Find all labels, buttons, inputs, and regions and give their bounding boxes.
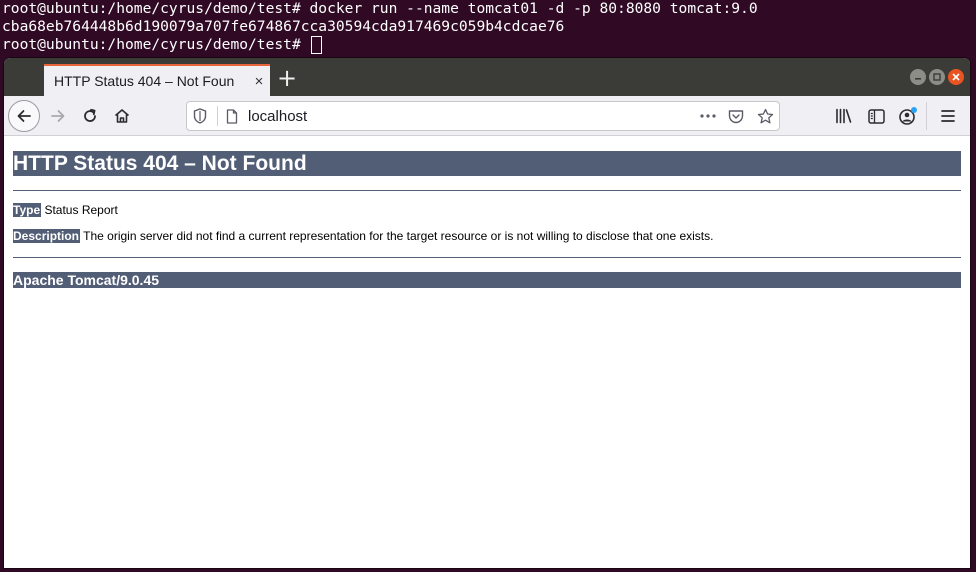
tab-http-404[interactable]: HTTP Status 404 – Not Foun × bbox=[44, 64, 270, 96]
minimize-button[interactable] bbox=[910, 69, 926, 85]
browser-window: HTTP Status 404 – Not Foun × + localhost… bbox=[4, 58, 970, 568]
home-icon bbox=[114, 109, 130, 123]
hamburger-menu-icon bbox=[941, 110, 955, 122]
menu-button[interactable] bbox=[934, 102, 962, 130]
terminal-cursor bbox=[310, 36, 322, 54]
type-value: Status Report bbox=[41, 203, 118, 217]
pocket-icon[interactable] bbox=[721, 109, 751, 124]
back-arrow-icon bbox=[17, 110, 31, 122]
type-row: Type Status Report bbox=[13, 203, 961, 217]
page-actions-icon[interactable] bbox=[695, 114, 721, 118]
description-label: Description bbox=[13, 229, 81, 243]
home-button[interactable] bbox=[108, 102, 136, 130]
toolbar-separator bbox=[926, 102, 927, 130]
tab-bar: HTTP Status 404 – Not Foun × + bbox=[4, 58, 970, 96]
account-button[interactable] bbox=[894, 102, 922, 130]
close-window-button[interactable] bbox=[948, 69, 964, 85]
window-controls bbox=[910, 69, 964, 85]
divider-bottom bbox=[13, 257, 961, 258]
description-row: Description The origin server did not fi… bbox=[13, 229, 961, 243]
maximize-button[interactable] bbox=[929, 69, 945, 85]
reload-button[interactable] bbox=[76, 102, 104, 130]
url-separator bbox=[217, 106, 218, 126]
error-heading: HTTP Status 404 – Not Found bbox=[13, 151, 961, 176]
terminal-prompt-line: root@ubuntu:/home/cyrus/demo/test# bbox=[2, 36, 976, 54]
navigation-toolbar: localhost bbox=[4, 96, 970, 136]
account-icon bbox=[899, 107, 917, 125]
terminal-command-line: root@ubuntu:/home/cyrus/demo/test# docke… bbox=[2, 0, 758, 17]
terminal-output-line: cba68eb764448b6d190079a707fe674867cca305… bbox=[2, 18, 565, 35]
server-footer: Apache Tomcat/9.0.45 bbox=[13, 272, 961, 288]
tab-close-icon[interactable]: × bbox=[248, 73, 270, 90]
divider-top bbox=[13, 190, 961, 191]
page-content: HTTP Status 404 – Not Found Type Status … bbox=[4, 136, 970, 288]
tab-title: HTTP Status 404 – Not Foun bbox=[54, 73, 235, 89]
reload-icon bbox=[84, 108, 96, 122]
library-button[interactable] bbox=[830, 102, 858, 130]
url-bar[interactable]: localhost bbox=[186, 101, 780, 131]
page-icon[interactable] bbox=[222, 108, 242, 124]
forward-button[interactable] bbox=[44, 102, 72, 130]
sidebar-button[interactable] bbox=[862, 102, 890, 130]
back-button[interactable] bbox=[8, 100, 40, 132]
shield-icon[interactable] bbox=[187, 108, 213, 124]
library-icon bbox=[836, 108, 852, 124]
terminal-prompt: root@ubuntu:/home/cyrus/demo/test# bbox=[2, 36, 310, 53]
url-text[interactable]: localhost bbox=[248, 108, 695, 125]
forward-arrow-icon bbox=[51, 110, 65, 122]
new-tab-button[interactable]: + bbox=[274, 66, 300, 92]
bookmark-star-icon[interactable] bbox=[751, 108, 779, 125]
sidebar-icon bbox=[867, 108, 885, 124]
terminal[interactable]: root@ubuntu:/home/cyrus/demo/test# docke… bbox=[0, 0, 976, 58]
type-label: Type bbox=[13, 203, 42, 217]
description-value: The origin server did not find a current… bbox=[80, 229, 714, 243]
